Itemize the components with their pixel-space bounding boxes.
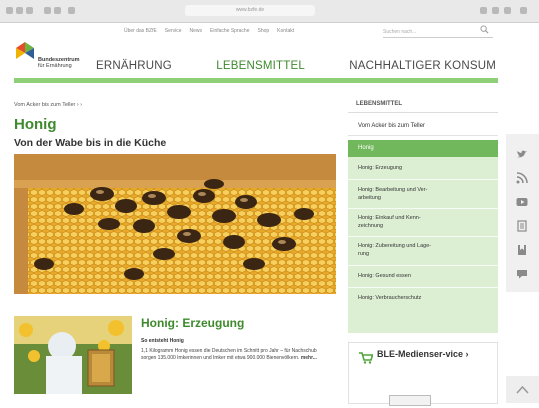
sidebar-item-label: Honig: Einkauf und Kenn- bbox=[358, 215, 421, 221]
sidebar-item-zubereitung[interactable]: Honig: Zubereitung und Lage-rung bbox=[358, 243, 494, 258]
print-icon[interactable] bbox=[516, 220, 528, 232]
nav-item-nachhaltiger-konsum[interactable]: NACHHALTIGER KONSUM bbox=[349, 60, 496, 72]
sidebar-item-label-cont: rung bbox=[358, 250, 370, 257]
beekeeper-thumbnail-image[interactable] bbox=[14, 316, 132, 394]
top-link-shop[interactable]: Shop bbox=[257, 28, 269, 34]
sidebar-item-label-cont: arbeitung bbox=[358, 194, 381, 201]
breadcrumb[interactable]: Vom Acker bis zum Teller › › bbox=[14, 102, 82, 108]
sidebar-heading-label: LEBENSMITTEL bbox=[356, 101, 402, 107]
scroll-to-top-button[interactable] bbox=[506, 376, 539, 403]
window-minimize-icon[interactable] bbox=[16, 7, 23, 14]
divider bbox=[348, 179, 498, 180]
top-link-news[interactable]: News bbox=[189, 28, 202, 34]
teaser-more-link[interactable]: mehr... bbox=[301, 355, 317, 361]
top-links: Über das BZfE Service News Einfache Spra… bbox=[124, 28, 294, 34]
bookmark-icon[interactable] bbox=[516, 244, 528, 256]
sidebar-toggle-icon[interactable] bbox=[68, 7, 75, 14]
share-browser-icon[interactable] bbox=[480, 7, 487, 14]
sidebar-subnav: Honig: Erzeugung Honig: Bearbeitung und … bbox=[348, 157, 498, 333]
divider bbox=[348, 236, 498, 237]
hero-image-bees-on-honeycomb bbox=[14, 154, 336, 294]
sidebar-item-verbraucherschutz[interactable]: Honig: Verbraucherschutz bbox=[358, 295, 494, 303]
main-navigation: ERNÄHRUNG LEBENSMITTEL NACHHALTIGER KONS… bbox=[96, 60, 496, 72]
sidebar-item-honig-active[interactable]: Honig bbox=[348, 140, 498, 157]
sidebar-item-label: Honig: Bearbeitung und Ver- bbox=[358, 187, 428, 193]
add-tab-icon[interactable] bbox=[504, 7, 511, 14]
breadcrumb-chevron-icon: › › bbox=[76, 102, 83, 108]
media-service-title[interactable]: BLE-Medienser-vice › bbox=[377, 349, 487, 360]
top-link-about[interactable]: Über das BZfE bbox=[124, 28, 157, 34]
browser-toolbar: www.bzfe.de bbox=[0, 0, 539, 23]
twitter-icon[interactable] bbox=[516, 148, 528, 160]
chevron-up-icon bbox=[516, 385, 529, 394]
address-bar[interactable]: www.bzfe.de bbox=[185, 5, 315, 16]
page-title: Honig bbox=[14, 116, 57, 133]
logo-line2: für Ernährung bbox=[38, 63, 72, 69]
nav-item-lebensmittel[interactable]: LEBENSMITTEL bbox=[216, 60, 305, 72]
share-bar bbox=[506, 134, 539, 292]
comment-icon[interactable] bbox=[516, 268, 528, 280]
media-preview-image bbox=[389, 395, 431, 406]
breadcrumb-link[interactable]: Vom Acker bis zum Teller bbox=[14, 102, 75, 108]
divider bbox=[348, 208, 498, 209]
bzfe-logo-icon[interactable] bbox=[14, 40, 36, 70]
top-link-contact[interactable]: Kontakt bbox=[277, 28, 294, 34]
sidebar-item-bearbeitung[interactable]: Honig: Bearbeitung und Ver-arbeitung bbox=[358, 187, 494, 202]
teaser-text: 1,1 Kilogramm Honig essen die Deutschen … bbox=[141, 348, 331, 361]
back-icon[interactable] bbox=[44, 7, 51, 14]
shopping-cart-icon bbox=[359, 352, 373, 364]
web-page: Über das BZfE Service News Einfache Spra… bbox=[0, 22, 539, 406]
sidebar-item-label: Honig: Erzeugung bbox=[358, 165, 403, 171]
teaser-subtitle: So entsteht Honig bbox=[141, 338, 184, 344]
window-maximize-icon[interactable] bbox=[26, 7, 33, 14]
top-link-easy-language[interactable]: Einfache Sprache bbox=[210, 28, 249, 34]
sidebar-item-gesund-essen[interactable]: Honig: Gesund essen bbox=[358, 273, 494, 281]
logo-wordmark[interactable]: Bundeszentrum für Ernährung bbox=[38, 57, 80, 69]
search-icon[interactable] bbox=[480, 25, 489, 34]
sidebar-item-label: Honig: Verbraucherschutz bbox=[358, 295, 422, 301]
tabs-icon[interactable] bbox=[492, 7, 499, 14]
sidebar-item-erzeugung[interactable]: Honig: Erzeugung bbox=[358, 165, 494, 173]
rss-icon[interactable] bbox=[516, 172, 528, 184]
sidebar-item-einkauf[interactable]: Honig: Einkauf und Kenn-zeichnung bbox=[358, 215, 494, 230]
teaser-title[interactable]: Honig: Erzeugung bbox=[141, 316, 244, 330]
search-input[interactable]: Suchen nach... bbox=[383, 27, 493, 38]
sidebar-heading: LEBENSMITTEL bbox=[348, 96, 498, 113]
nav-item-ernaehrung[interactable]: ERNÄHRUNG bbox=[96, 60, 172, 72]
sidebar-item-label: Honig: Zubereitung und Lage- bbox=[358, 243, 432, 249]
page-subtitle: Von der Wabe bis in die Küche bbox=[14, 137, 167, 149]
extensions-icon[interactable] bbox=[520, 7, 527, 14]
media-service-box[interactable]: BLE-Medienser-vice › bbox=[348, 342, 498, 406]
sidebar-item-label: Honig: Gesund essen bbox=[358, 273, 411, 279]
nav-underline-bar bbox=[14, 78, 498, 83]
forward-icon[interactable] bbox=[54, 7, 61, 14]
youtube-icon[interactable] bbox=[516, 196, 528, 208]
divider bbox=[348, 265, 498, 266]
teaser-body: 1,1 Kilogramm Honig essen die Deutschen … bbox=[141, 348, 317, 361]
sidebar-item-vom-acker[interactable]: Vom Acker bis zum Teller bbox=[348, 116, 498, 136]
window-close-icon[interactable] bbox=[6, 7, 13, 14]
top-link-service[interactable]: Service bbox=[165, 28, 182, 34]
divider bbox=[348, 287, 498, 288]
sidebar-item-label-cont: zeichnung bbox=[358, 222, 384, 229]
